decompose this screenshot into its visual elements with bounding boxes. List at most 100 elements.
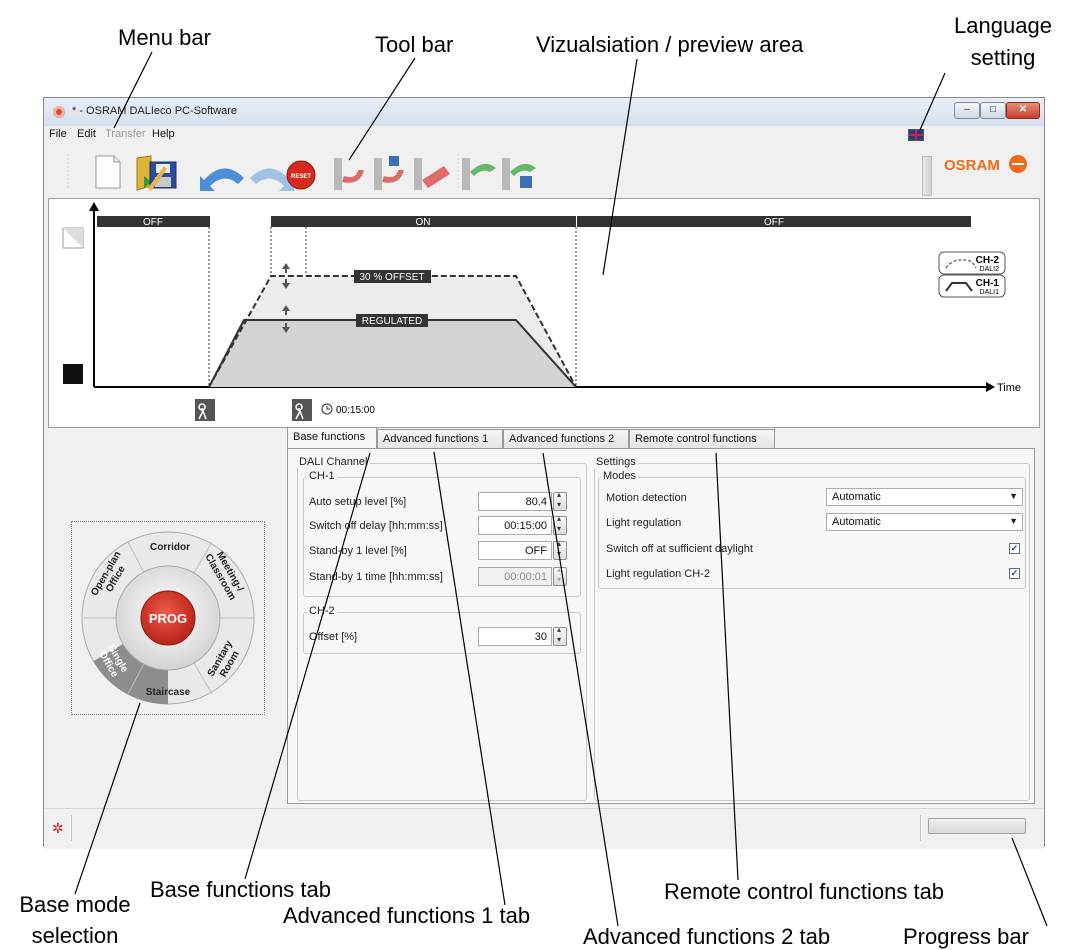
phase-label-off-1: OFF: [143, 217, 163, 228]
light-regulation-label: Light regulation: [606, 517, 682, 529]
regulated-label: REGULATED: [362, 316, 422, 327]
uk-flag-icon[interactable]: [908, 129, 924, 141]
motion-detection-value: Automatic: [832, 491, 881, 503]
erase-icon[interactable]: [414, 158, 450, 190]
menu-transfer: Transfer: [105, 128, 146, 140]
visualization-area: Time OFF ON OFF 30 % OFFSET REGULATED CH…: [48, 198, 1040, 428]
progress-bar: [928, 818, 1026, 834]
switch-off-delay-label: Switch off delay [hh:mm:ss]: [309, 520, 443, 532]
base-mode-selection: PROG Corridor Meeting-/Classroom Sanitar…: [71, 521, 265, 715]
close-icon: ✕: [1018, 104, 1028, 115]
device-status-icon[interactable]: ✲: [52, 820, 64, 837]
settings-label: Settings: [594, 456, 638, 468]
standby-level-label: Stand-by 1 level [%]: [309, 545, 407, 557]
offset-label: Offset [%]: [309, 631, 358, 643]
maximize-icon: □: [989, 104, 997, 115]
switch-off-delay-spinner[interactable]: [553, 514, 567, 535]
toolbar-icons: RESET: [67, 154, 536, 191]
prog-button-label: PROG: [149, 611, 187, 626]
toolbar-grip[interactable]: [922, 156, 932, 196]
tool-bar: RESET: [44, 142, 1044, 198]
standby-level-input[interactable]: OFF: [478, 541, 552, 560]
menu-edit[interactable]: Edit: [77, 128, 96, 140]
ch2-label: CH-2: [307, 605, 337, 617]
read-locked-icon[interactable]: [374, 156, 404, 190]
level-low-indicator: [63, 364, 83, 384]
auto-setup-level-spinner[interactable]: [553, 490, 567, 511]
timer-value: 00:15:00: [336, 405, 375, 416]
tool-bar-callout: Tool bar: [375, 32, 454, 57]
menu-bar-callout: Menu bar: [118, 25, 211, 50]
timeline-chart: Time OFF ON OFF 30 % OFFSET REGULATED CH…: [62, 202, 1021, 421]
reset-icon[interactable]: RESET: [286, 160, 316, 190]
regulated-area: [209, 320, 576, 387]
tab-remote-control-functions[interactable]: Remote control functions: [629, 429, 775, 448]
minimize-button[interactable]: –: [954, 102, 980, 119]
tab-advanced-functions-2[interactable]: Advanced functions 2: [503, 429, 629, 448]
menu-help[interactable]: Help: [152, 128, 175, 140]
osram-logo-icon: [1009, 155, 1027, 173]
standby-time-spinner: [553, 565, 567, 586]
light-regulation-ch2-checkbox[interactable]: ✓: [1009, 568, 1020, 579]
app-icon: [53, 106, 65, 118]
tab-advanced-functions-1[interactable]: Advanced functions 1: [377, 429, 503, 448]
read-device-icon[interactable]: [334, 158, 364, 190]
channel-legend: CH-2 DALI2 CH-1 DALI1: [938, 251, 1006, 298]
light-regulation-value: Automatic: [832, 516, 881, 528]
advanced-2-tab-callout: Advanced functions 2 tab: [583, 924, 831, 949]
tab-panel-base-functions: DALI Channel CH-1 Auto setup level [%] 8…: [287, 448, 1035, 804]
base-mode-callout-2: selection: [31, 923, 119, 948]
menu-bar: File Edit Transfer Help: [44, 126, 1044, 142]
chevron-down-icon: ▼: [1009, 516, 1018, 526]
light-regulation-ch2-label: Light regulation CH-2: [606, 568, 710, 580]
standby-level-spinner[interactable]: [553, 539, 567, 560]
x-axis-arrow: [986, 382, 995, 392]
svg-text:DALI2: DALI2: [980, 266, 1000, 273]
light-regulation-select[interactable]: Automatic ▼: [826, 513, 1023, 531]
app-window: * - OSRAM DALIeco PC-Software – □ ✕ File…: [43, 97, 1045, 849]
auto-setup-level-input[interactable]: 80.4: [478, 492, 552, 511]
new-document-icon[interactable]: [95, 155, 121, 189]
offset-spinner[interactable]: [553, 625, 567, 646]
mode-wheel: PROG Corridor Meeting-/Classroom Sanitar…: [81, 531, 255, 705]
svg-text:DALI1: DALI1: [980, 289, 1000, 296]
svg-text:CH-1: CH-1: [976, 278, 1000, 289]
status-bar: ✲: [44, 808, 1044, 849]
progress-bar-callout: Progress bar: [903, 924, 1029, 949]
undo-icon[interactable]: [200, 168, 244, 191]
tab-base-functions[interactable]: Base functions: [287, 427, 377, 448]
window-title: * - OSRAM DALIeco PC-Software: [72, 105, 238, 117]
status-separator: [71, 815, 72, 841]
offset-input[interactable]: 30: [478, 627, 552, 646]
menu-file[interactable]: File: [49, 128, 67, 140]
save-icon[interactable]: [148, 161, 177, 191]
standby-time-label: Stand-by 1 time [hh:mm:ss]: [309, 571, 443, 583]
offset-label: 30 % OFFSET: [359, 272, 424, 283]
modes-label: Modes: [601, 470, 639, 482]
motion-detection-select[interactable]: Automatic ▼: [826, 488, 1023, 506]
write-locked-icon[interactable]: [502, 158, 536, 190]
osram-brand: OSRAM: [944, 157, 1000, 174]
svg-text:CH-2: CH-2: [976, 255, 1000, 266]
base-functions-tab-callout: Base functions tab: [150, 877, 332, 902]
ch1-label: CH-1: [307, 470, 337, 482]
switch-off-daylight-checkbox[interactable]: ✓: [1009, 543, 1020, 554]
standby-time-input: 00:00:01: [478, 567, 552, 586]
minimize-icon: –: [964, 104, 970, 115]
close-button[interactable]: ✕: [1006, 102, 1040, 119]
write-device-icon[interactable]: [462, 158, 496, 190]
title-bar[interactable]: * - OSRAM DALIeco PC-Software – □ ✕: [44, 98, 1044, 126]
switch-off-delay-input[interactable]: 00:15:00: [478, 516, 552, 535]
maximize-button[interactable]: □: [980, 102, 1006, 119]
progress-leader: [1011, 837, 1048, 927]
mode-staircase: Staircase: [146, 687, 191, 698]
y-axis-arrow: [89, 202, 99, 211]
viz-area-callout: Vizualsiation / preview area: [536, 32, 804, 57]
dali-channel-label: DALI Channel: [297, 456, 370, 468]
advanced-1-tab-callout: Advanced functions 1 tab: [283, 903, 531, 928]
language-setting-callout-1: Language: [954, 13, 1052, 38]
svg-text:RESET: RESET: [291, 174, 311, 180]
time-axis-label: Time: [997, 382, 1021, 394]
language-setting-callout-2: setting: [970, 45, 1036, 70]
switch-off-daylight-label: Switch off at sufficient daylight: [606, 543, 753, 555]
